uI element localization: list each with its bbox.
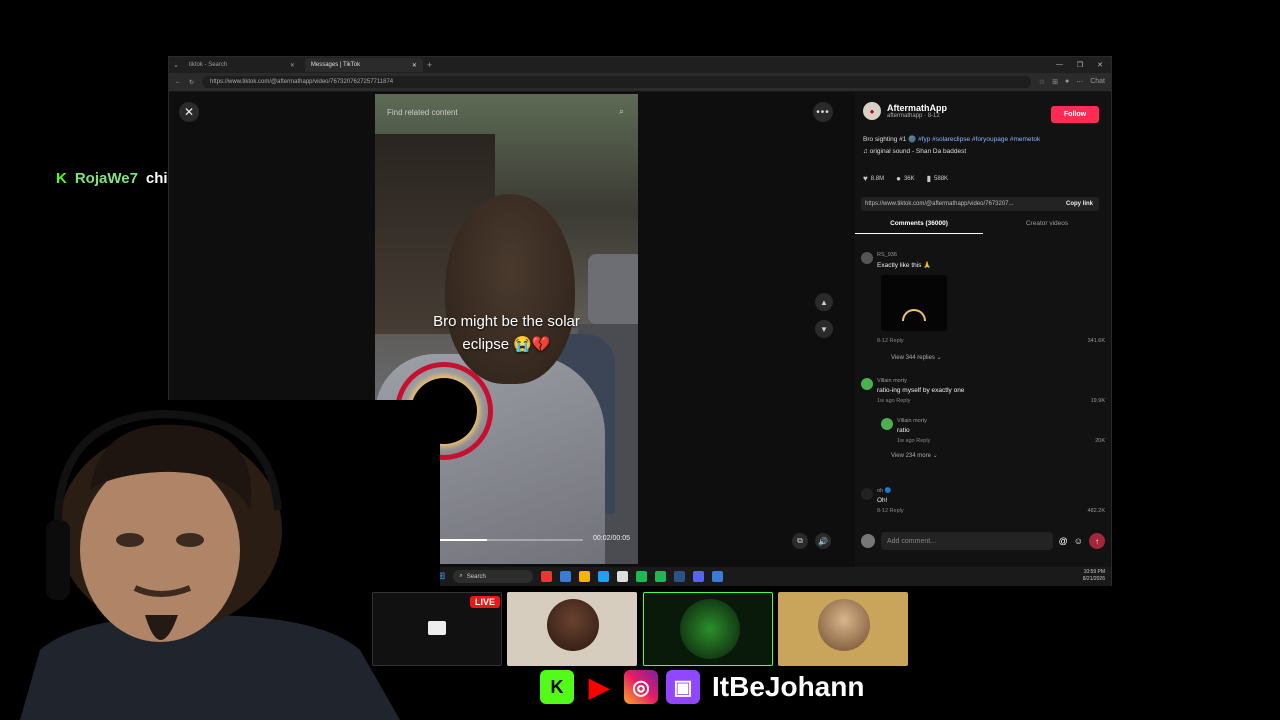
search-icon[interactable]: ⌕ [619, 106, 624, 117]
emoji-icon[interactable]: ☺ [1074, 536, 1083, 546]
like-button[interactable]: ♥ 8.8M [863, 174, 884, 183]
app-icon[interactable] [560, 571, 572, 582]
chat-username: RojaWe7 [74, 170, 138, 187]
post-stats: ♥ 8.8M ● 36K ▮ 588K [863, 174, 948, 183]
address-bar: ← ↻ https://www.tiktok.com/@aftermathapp… [169, 73, 1111, 91]
tab-messages-tiktok[interactable]: Messages | TikTok ✕ [304, 58, 423, 72]
youtube-icon: ▶ [582, 670, 616, 704]
app-icon[interactable] [617, 571, 629, 582]
window-controls: — ❐ ✕ [1056, 61, 1111, 69]
avatar[interactable] [861, 378, 873, 390]
back-icon[interactable]: ← [175, 79, 181, 85]
tab-comments[interactable]: Comments (36000) [855, 220, 983, 234]
streamer-handle: ItBeJohann [712, 671, 865, 702]
author-name[interactable]: AftermathApp [887, 103, 947, 113]
video-caption: Bro might be the solar eclipse 😭💔 [433, 313, 580, 353]
sound-link[interactable]: ♫ original sound - Shan Da baddest [863, 148, 966, 155]
hashtags[interactable]: #fyp #solareclipse #foryoupage #memetok [918, 136, 1040, 143]
close-window-icon[interactable]: ✕ [1097, 61, 1103, 69]
discord-icon[interactable] [693, 571, 705, 582]
author-info[interactable]: ● AftermathApp aftermathapp · 8-12 [863, 102, 947, 120]
minimize-icon[interactable]: — [1056, 61, 1063, 69]
share-link-box: https://www.tiktok.com/@aftermathapp/vid… [861, 197, 1099, 211]
folder-icon[interactable] [579, 571, 591, 582]
tab-tiktok-search[interactable]: tiktok - Search ✕ [183, 58, 301, 72]
app-icon[interactable] [712, 571, 724, 582]
avatar[interactable] [861, 488, 873, 500]
menu-icon[interactable]: ⋯ [1076, 78, 1083, 86]
cam-tile-guest [778, 592, 908, 666]
taskbar-search[interactable]: ⌕ Search [453, 570, 534, 583]
post-sidebar: ● AftermathApp aftermathapp · 8-12 Follo… [855, 92, 1111, 567]
steam-icon[interactable] [674, 571, 686, 582]
author-handle: aftermathapp · 8-12 [887, 113, 940, 119]
share-link[interactable]: https://www.tiktok.com/@aftermathapp/vid… [865, 201, 1014, 207]
more-options-button[interactable]: ••• [813, 102, 833, 122]
social-links: K ▶ ◎ ▣ ItBeJohann [540, 670, 864, 704]
previous-video-button[interactable]: ▲ [815, 293, 833, 311]
comment-list: RS_936 Exactly like this 🙏 8-12 Reply 34… [855, 252, 1111, 522]
comment-button[interactable]: ● 36K [896, 174, 915, 183]
edge-icon[interactable] [598, 571, 610, 582]
streamer-webcam [0, 400, 440, 720]
close-tab-icon[interactable]: ✕ [290, 62, 295, 69]
tab-actions-icon[interactable]: ⌄ [173, 61, 179, 69]
kick-icon: K [540, 670, 574, 704]
kick-icon: K [56, 170, 67, 187]
instagram-icon: ◎ [624, 670, 658, 704]
favorite-icon[interactable]: ☆ [1039, 78, 1045, 86]
mention-icon[interactable]: @ [1059, 536, 1068, 546]
copy-link-button[interactable]: Copy link [1060, 201, 1099, 207]
avatar [861, 534, 875, 548]
avatar[interactable] [861, 252, 873, 264]
comment-input[interactable]: Add comment... [881, 532, 1053, 550]
eclipse-sticker [881, 275, 947, 331]
cam-tile-logo [643, 592, 773, 666]
comment-tabs: Comments (36000) Creator videos [855, 220, 1111, 234]
tab-bar: ⌄ tiktok - Search ✕ Messages | TikTok ✕ … [169, 57, 1111, 73]
avatar[interactable] [881, 418, 893, 430]
search-icon: ⌕ [459, 573, 463, 579]
next-video-button[interactable]: ▼ [815, 320, 833, 338]
follow-button[interactable]: Follow [1051, 106, 1099, 123]
app-icon[interactable] [655, 571, 667, 582]
send-button[interactable]: ↑ [1089, 533, 1105, 549]
pip-icon[interactable]: ⧉ [792, 533, 808, 549]
new-tab-button[interactable]: + [427, 60, 432, 70]
close-tab-icon[interactable]: ✕ [412, 62, 417, 69]
url-field[interactable]: https://www.tiktok.com/@aftermathapp/vid… [202, 76, 1031, 88]
tab-creator-videos[interactable]: Creator videos [983, 220, 1111, 234]
tab-label: tiktok - Search [188, 62, 228, 68]
toolbar-icons: ☆ ⊞ ● ⋯ Chat [1039, 78, 1105, 86]
spotify-icon[interactable] [636, 571, 648, 582]
view-replies-button[interactable]: View 344 replies ⌄ [891, 354, 942, 361]
extensions-icon[interactable]: ⊞ [1052, 78, 1058, 86]
post-description: Bro sighting #1 🌚 #fyp #solareclipse #fo… [863, 136, 1041, 143]
copilot-button[interactable]: Chat [1090, 78, 1105, 86]
bookmark-icon: ▮ [926, 174, 932, 183]
view-more-replies-button[interactable]: View 234 more ⌄ [891, 452, 938, 459]
live-badge: LIVE [470, 596, 501, 608]
stream-overlay: K RojaWe7 chill dawg ⌄ tiktok - Search ✕… [0, 0, 1280, 720]
cam-tile-guest [507, 592, 637, 666]
taskbar-clock[interactable]: 10:59 PM 8/21/2026 [1083, 569, 1105, 583]
twitch-icon: ▣ [666, 670, 700, 704]
find-related-content[interactable]: Find related content [387, 108, 458, 117]
restore-icon[interactable]: ❐ [1077, 61, 1083, 69]
video-time: 00:02/00:05 [593, 535, 630, 542]
comment-icon: ● [896, 174, 901, 183]
refresh-icon[interactable]: ↻ [189, 79, 194, 86]
volume-icon[interactable]: 🔊 [815, 533, 831, 549]
avatar[interactable]: ● [863, 102, 881, 120]
tab-label: Messages | TikTok [310, 62, 361, 68]
profile-icon[interactable]: ● [1065, 78, 1069, 86]
heart-icon: ♥ [863, 174, 868, 183]
save-button[interactable]: ▮ 588K [927, 174, 948, 183]
close-video-button[interactable]: ✕ [179, 102, 199, 122]
add-comment-bar: Add comment... @ ☺ ↑ [861, 530, 1105, 552]
app-icon[interactable] [541, 571, 553, 582]
